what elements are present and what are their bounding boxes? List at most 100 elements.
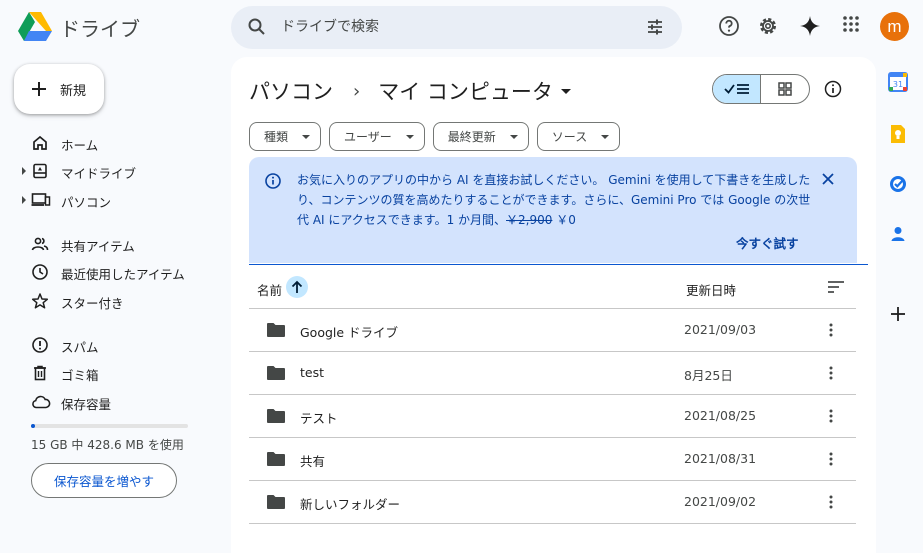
home-icon: [33, 135, 47, 150]
more-options-icon[interactable]: [829, 365, 833, 381]
sort-direction-button[interactable]: [286, 276, 308, 298]
modified-date: 2021/08/25: [684, 408, 757, 423]
expand-arrow-icon[interactable]: [22, 196, 26, 204]
new-button[interactable]: 新規: [14, 64, 104, 114]
contacts-icon[interactable]: [888, 224, 908, 244]
sidebar-item-recent[interactable]: 最近使用したアイテム: [0, 258, 215, 286]
sidebar-item-label: スター付き: [61, 296, 124, 311]
main-content: パソコン › マイ コンピュータ 種類 ユーザー 最終更新 ソース お気に入りの…: [231, 57, 876, 553]
trash-icon: [34, 365, 46, 381]
get-more-storage-button[interactable]: 保存容量を増やす: [31, 463, 177, 498]
storage-usage-fill: [31, 424, 36, 428]
sidebar-item-spam[interactable]: スパム: [0, 331, 215, 359]
sidebar-item-label: ホーム: [61, 138, 99, 153]
account-avatar[interactable]: m: [880, 12, 909, 41]
computers-icon: [31, 193, 51, 206]
breadcrumb-separator: ›: [353, 80, 361, 102]
calendar-icon[interactable]: 31: [888, 72, 908, 92]
star-icon: [31, 293, 49, 309]
try-now-button[interactable]: 今すぐ試す: [736, 233, 799, 252]
apps-grid-icon[interactable]: [842, 15, 860, 33]
sidebar-item-my-drive[interactable]: マイドライブ: [0, 157, 215, 185]
check-list-icon: [723, 84, 749, 94]
sort-options-icon[interactable]: [827, 280, 845, 294]
modified-date: 8月25日: [684, 368, 733, 383]
modified-date: 2021/09/02: [684, 494, 757, 509]
dropdown-arrow-icon: [302, 134, 311, 139]
search-bar[interactable]: [231, 6, 682, 49]
column-header-modified[interactable]: 更新日時: [686, 280, 736, 299]
add-addon-icon[interactable]: [888, 304, 908, 324]
sidebar-item-label: 保存容量: [61, 397, 112, 412]
grid-view-button[interactable]: [761, 75, 809, 103]
filter-modified[interactable]: 最終更新: [432, 122, 529, 151]
breadcrumb-dropdown-icon[interactable]: [560, 88, 571, 94]
file-name: Google ドライブ: [300, 325, 399, 340]
close-icon[interactable]: [821, 172, 835, 186]
search-icon[interactable]: [247, 17, 267, 37]
sidebar-item-label: 共有アイテム: [61, 239, 135, 254]
arrow-up-icon: [291, 280, 303, 293]
dropdown-arrow-icon: [405, 134, 414, 139]
sidebar-item-label: パソコン: [61, 195, 112, 210]
sidebar-item-home[interactable]: ホーム: [0, 129, 215, 157]
storage-usage-text: 15 GB 中 428.6 MB を使用: [31, 438, 184, 452]
sidebar-item-label: スパム: [61, 340, 99, 355]
banner-divider: [249, 264, 868, 265]
filter-label: ユーザー: [344, 130, 392, 144]
filter-chips: 種類 ユーザー 最終更新 ソース: [249, 122, 628, 151]
view-toggle: [712, 74, 810, 104]
table-row[interactable]: テスト 2021/08/25: [249, 395, 856, 438]
more-options-icon[interactable]: [829, 451, 833, 467]
storage-usage-bar: [31, 424, 188, 428]
list-view-button[interactable]: [713, 75, 762, 103]
sidebar-item-label: マイドライブ: [61, 166, 137, 181]
file-name: 新しいフォルダー: [300, 497, 401, 512]
tasks-icon[interactable]: [888, 174, 908, 194]
clock-icon: [32, 264, 48, 280]
sidebar-item-starred[interactable]: スター付き: [0, 287, 215, 315]
more-options-icon[interactable]: [829, 494, 833, 510]
sidebar-item-label: 最近使用したアイテム: [61, 267, 185, 282]
plus-icon: [32, 82, 46, 96]
table-row[interactable]: test 8月25日: [249, 352, 856, 395]
breadcrumb-root[interactable]: パソコン: [249, 76, 333, 106]
gemini-promo-banner: お気に入りのアプリの中から AI を直接お試しください。 Gemini を使用し…: [249, 157, 857, 263]
file-name: 共有: [300, 454, 326, 469]
sidebar-item-storage[interactable]: 保存容量: [0, 388, 215, 416]
shared-people-icon: [31, 237, 49, 251]
filter-label: ソース: [551, 130, 588, 144]
column-header-name[interactable]: 名前: [257, 280, 282, 299]
grid-icon: [778, 82, 792, 96]
more-options-icon[interactable]: [829, 408, 833, 424]
expand-arrow-icon[interactable]: [22, 167, 26, 175]
info-icon: [265, 173, 281, 189]
search-options-icon[interactable]: [645, 17, 665, 37]
gemini-sparkle-icon[interactable]: [799, 15, 821, 37]
breadcrumb: パソコン › マイ コンピュータ: [249, 76, 571, 106]
filter-people[interactable]: ユーザー: [329, 122, 425, 151]
folder-icon: [267, 495, 285, 509]
help-icon[interactable]: [718, 15, 740, 37]
table-row[interactable]: 新しいフォルダー 2021/09/02: [249, 481, 856, 524]
table-row[interactable]: 共有 2021/08/31: [249, 438, 856, 481]
table-row[interactable]: Google ドライブ 2021/09/03: [249, 309, 856, 352]
sidebar-item-trash[interactable]: ゴミ箱: [0, 359, 215, 387]
sidebar-item-shared[interactable]: 共有アイテム: [0, 230, 215, 258]
my-drive-icon: [33, 163, 47, 179]
breadcrumb-current[interactable]: マイ コンピュータ: [378, 76, 553, 106]
banner-text: お気に入りのアプリの中から AI を直接お試しください。 Gemini を使用し…: [297, 170, 817, 230]
app-name: ドライブ: [60, 16, 140, 41]
search-input[interactable]: [281, 14, 621, 40]
filter-type[interactable]: 種類: [249, 122, 322, 151]
info-icon[interactable]: [823, 79, 843, 99]
folder-icon: [267, 409, 285, 423]
filter-source[interactable]: ソース: [536, 122, 621, 151]
more-options-icon[interactable]: [829, 322, 833, 338]
folder-icon: [267, 366, 285, 380]
settings-gear-icon[interactable]: [757, 15, 779, 37]
drive-logo[interactable]: ドライブ: [18, 12, 140, 42]
keep-icon[interactable]: [888, 124, 908, 144]
sidebar-item-computers[interactable]: パソコン: [0, 186, 215, 214]
spam-icon: [32, 337, 48, 353]
